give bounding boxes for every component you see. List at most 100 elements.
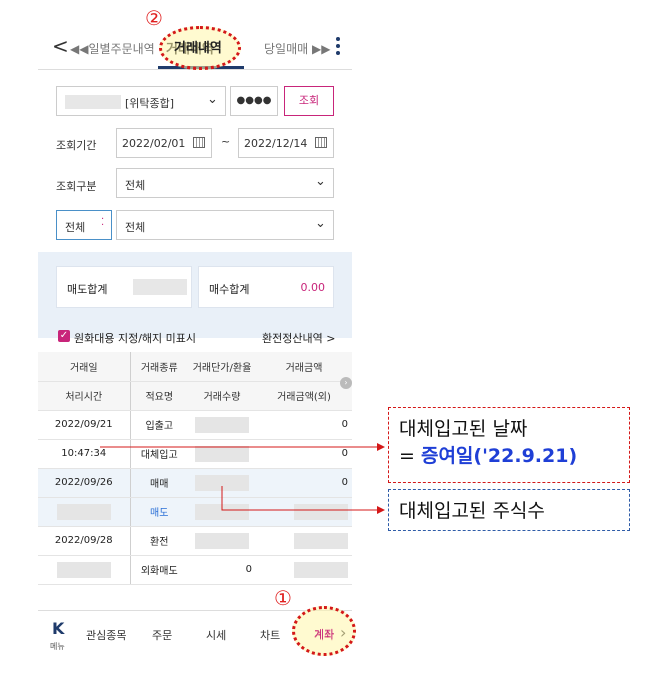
trade-amount-foreign: 0 — [256, 439, 352, 469]
masked-value — [195, 416, 249, 433]
password-field[interactable]: ●●●● — [230, 86, 278, 116]
table-row[interactable]: 2022/09/28 환전 — [38, 526, 352, 556]
nav-watchlist[interactable]: 관심종목 — [86, 627, 126, 643]
more-menu-icon[interactable] — [336, 34, 342, 58]
masked-cell — [38, 555, 131, 585]
masked-sell-total — [133, 279, 187, 295]
chevron-down-icon: ⌄ — [207, 92, 218, 107]
masked-cell — [188, 439, 256, 469]
masked-value — [294, 532, 348, 549]
phone-screen: < ◀◀일별주문내역 거래내역 당일매매 ▶▶ [위탁종합] ⌄ ●●●● 조회… — [38, 20, 352, 660]
callout-date-line2: = 증여일('22.9.21) — [399, 441, 619, 468]
masked-value — [195, 474, 249, 491]
nav-quotes[interactable]: 시세 — [206, 627, 226, 643]
masked-cell — [188, 526, 256, 556]
transaction-table: 거래일 거래종류 거래단가/환율 거래금액 처리시간 적요명 거래수량 거래금액… — [38, 352, 352, 585]
header-cell: 적요명 — [130, 381, 188, 411]
callout-transfer-qty: 대체입고된 주식수 — [388, 489, 630, 531]
scroll-right-icon[interactable]: › — [340, 377, 352, 389]
annotation-number-2: ② — [145, 6, 163, 30]
buy-total-label: 매수합계 — [209, 283, 250, 296]
masked-value — [294, 503, 348, 520]
masked-cell — [256, 555, 352, 585]
header-cell: 거래금액 — [256, 352, 352, 382]
k-logo-icon[interactable]: K — [52, 619, 64, 638]
chevron-down-icon: ⌄ — [315, 216, 326, 231]
masked-quantity — [195, 445, 249, 462]
trade-amount: 0 — [256, 468, 352, 498]
header-cell: 거래일 — [38, 352, 131, 382]
masked-cell — [188, 497, 256, 527]
calendar-icon[interactable] — [315, 137, 327, 148]
date-from-field[interactable]: 2022/02/01 — [116, 128, 212, 158]
masked-value — [56, 561, 111, 578]
header-cell: 거래금액(외) — [256, 381, 352, 411]
trade-type: 매매 — [130, 468, 188, 498]
process-time: 10:47:34 — [38, 439, 131, 469]
table-header-row: 거래일 거래종류 거래단가/환율 거래금액 — [38, 352, 352, 382]
trade-amount: 0 — [256, 410, 352, 440]
table-row[interactable]: 10:47:34 대체입고 0 — [38, 439, 352, 469]
masked-cell — [256, 497, 352, 527]
table-row[interactable]: 2022/09/26 매매 0 — [38, 468, 352, 498]
fx-settlement-link[interactable]: 환전정산내역 > — [262, 330, 335, 346]
summary-panel: 매도합계 매수합계 0.00 — [38, 252, 352, 338]
masked-cell — [188, 468, 256, 498]
buy-total-value: 0.00 — [300, 281, 326, 294]
callout-transfer-date: 대체입고된 날짜 = 증여일('22.9.21) — [388, 407, 630, 483]
sub-category-left-select[interactable]: 전체 · · — [56, 210, 112, 240]
nav-chart[interactable]: 차트 — [260, 627, 280, 643]
table-row[interactable]: 2022/09/21 입출고 0 — [38, 410, 352, 440]
trade-date: 2022/09/26 — [38, 468, 131, 498]
masked-cell — [188, 410, 256, 440]
tab-transaction-history-overlay[interactable]: 거래내역 — [174, 37, 222, 56]
trade-summary: 외화매도 — [130, 555, 188, 585]
checkbox-checked-icon[interactable]: ✓ — [58, 330, 70, 342]
header-cell: 거래수량 — [188, 381, 256, 411]
masked-cell — [256, 526, 352, 556]
sub-category-right-value: 전체 — [125, 221, 146, 234]
query-button[interactable]: 조회 — [284, 86, 334, 116]
account-select[interactable]: [위탁종합] ⌄ — [56, 86, 226, 116]
category-value: 전체 — [125, 179, 146, 192]
category-label: 조회구분 — [56, 180, 97, 193]
trade-summary: 대체입고 — [130, 439, 188, 469]
date-to-value: 2022/12/14 — [244, 137, 308, 150]
annotation-number-1: ① — [274, 586, 292, 610]
sub-category-right-select[interactable]: 전체 ⌄ — [116, 210, 334, 240]
table-row[interactable]: 외화매도 0 — [38, 555, 352, 585]
header-cell: 처리시간 — [38, 381, 131, 411]
gift-date: 증여일('22.9.21) — [420, 445, 578, 467]
date-separator: ~ — [221, 135, 231, 148]
tab-daily-orders[interactable]: ◀◀일별주문내역 — [70, 40, 155, 57]
calendar-icon[interactable] — [193, 137, 205, 148]
masked-value — [294, 561, 348, 578]
trade-date: 2022/09/21 — [38, 410, 131, 440]
sell-total-box: 매도합계 — [56, 266, 192, 308]
nav-order[interactable]: 주문 — [152, 627, 172, 643]
sell-total-label: 매도합계 — [67, 283, 108, 296]
category-select[interactable]: 전체 ⌄ — [116, 168, 334, 198]
trade-date: 2022/09/28 — [38, 526, 131, 556]
buy-total-box: 매수합계 0.00 — [198, 266, 334, 308]
date-to-field[interactable]: 2022/12/14 — [238, 128, 334, 158]
trade-summary: 매도 — [130, 497, 188, 527]
masked-value — [56, 503, 111, 520]
menu-label[interactable]: 메뉴 — [50, 641, 65, 652]
table-header-row: 처리시간 적요명 거래수량 거래금액(외) — [38, 381, 352, 411]
tab-today-trades[interactable]: 당일매매 ▶▶ — [264, 40, 330, 57]
masked-value — [195, 532, 249, 549]
callout-date-line1: 대체입고된 날짜 — [399, 418, 528, 440]
drag-dots-icon: · · — [101, 214, 105, 231]
sub-category-left-value: 전체 — [65, 221, 86, 234]
masked-account-number — [65, 95, 121, 109]
masked-cell — [38, 497, 131, 527]
fx-check-label[interactable]: 원화대용 지정/해지 미표시 — [74, 330, 196, 346]
header-cell: 거래단가/환율 — [188, 352, 256, 382]
table-row[interactable]: 매도 — [38, 497, 352, 527]
nav-account-overlay[interactable]: 계좌 — [314, 626, 334, 642]
back-icon[interactable]: < — [52, 34, 69, 58]
chevron-down-icon: ⌄ — [315, 174, 326, 189]
trade-type: 환전 — [130, 526, 188, 556]
account-type: [위탁종합] — [125, 97, 175, 110]
